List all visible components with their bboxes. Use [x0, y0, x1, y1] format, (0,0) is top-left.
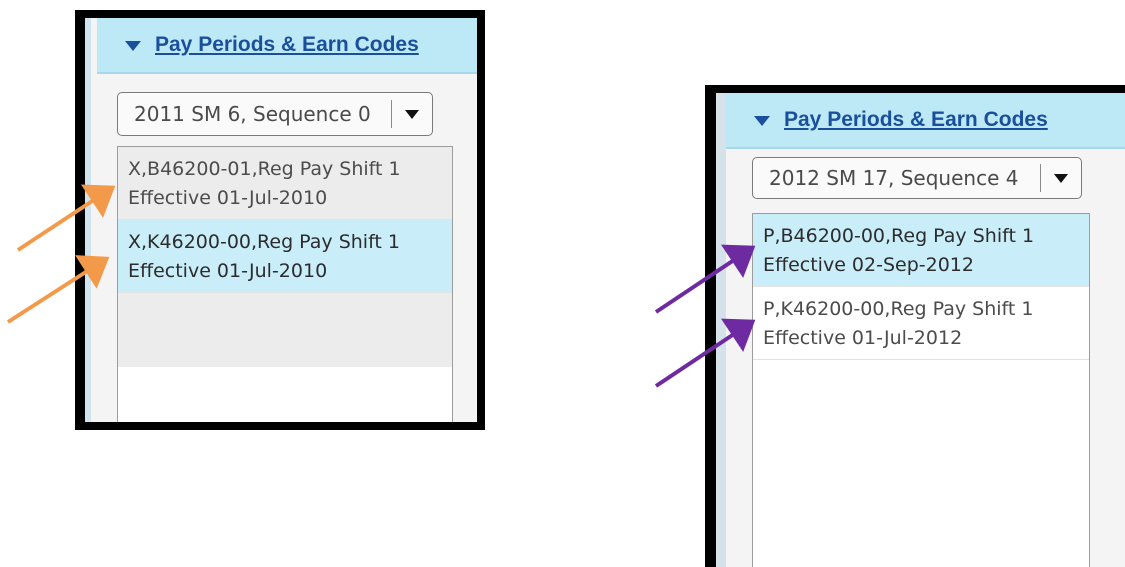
panel-header[interactable]: Pay Periods & Earn Codes	[97, 18, 477, 74]
list-item-effective: Effective 01-Jul-2012	[763, 327, 963, 349]
panel-header[interactable]: Pay Periods & Earn Codes	[726, 93, 1125, 149]
left-panel-frame: Pay Periods & Earn Codes 2011 SM 6, Sequ…	[85, 18, 477, 422]
right-screenshot: Pay Periods & Earn Codes 2012 SM 17, Seq…	[705, 85, 1125, 567]
pay-period-selected-value: 2012 SM 17, Sequence 4	[769, 166, 1019, 190]
chevron-down-icon	[1054, 173, 1068, 183]
list-item-code: P,K46200-00,Reg Pay Shift 1	[763, 298, 1034, 320]
list-item-effective: Effective 02-Sep-2012	[763, 254, 974, 276]
pay-period-dropdown[interactable]: 2012 SM 17, Sequence 4	[752, 157, 1082, 199]
left-screenshot: Pay Periods & Earn Codes 2011 SM 6, Sequ…	[75, 10, 485, 430]
list-item-code: X,K46200-00,Reg Pay Shift 1	[128, 231, 401, 253]
right-panel-frame: Pay Periods & Earn Codes 2012 SM 17, Seq…	[716, 93, 1125, 567]
list-item-selected[interactable]: P,B46200-00,Reg Pay Shift 1 Effective 02…	[753, 214, 1089, 287]
panel-title-link[interactable]: Pay Periods & Earn Codes	[155, 33, 419, 57]
earn-codes-list[interactable]: P,B46200-00,Reg Pay Shift 1 Effective 02…	[752, 213, 1090, 567]
pay-period-selected-value: 2011 SM 6, Sequence 0	[134, 102, 371, 126]
earn-codes-list[interactable]: X,B46200-01,Reg Pay Shift 1 Effective 01…	[117, 146, 453, 422]
panel-title-link[interactable]: Pay Periods & Earn Codes	[784, 108, 1048, 132]
list-item-selected[interactable]: X,K46200-00,Reg Pay Shift 1 Effective 01…	[118, 220, 452, 293]
list-blank-area	[118, 367, 452, 422]
collapse-arrow-icon[interactable]	[125, 41, 141, 51]
dropdown-toggle-button[interactable]	[1041, 158, 1081, 198]
list-item-code: P,B46200-00,Reg Pay Shift 1	[763, 225, 1035, 247]
pay-period-dropdown[interactable]: 2011 SM 6, Sequence 0	[117, 92, 433, 136]
list-item[interactable]: P,K46200-00,Reg Pay Shift 1 Effective 01…	[753, 287, 1089, 360]
collapse-arrow-icon[interactable]	[754, 116, 770, 126]
list-item-effective: Effective 01-Jul-2010	[128, 187, 328, 209]
list-item-code: X,B46200-01,Reg Pay Shift 1	[128, 158, 401, 180]
list-item-effective: Effective 01-Jul-2010	[128, 260, 328, 282]
list-item[interactable]: X,B46200-01,Reg Pay Shift 1 Effective 01…	[118, 147, 452, 220]
chevron-down-icon	[405, 109, 419, 119]
dropdown-toggle-button[interactable]	[392, 93, 432, 135]
list-empty-area	[118, 293, 452, 367]
